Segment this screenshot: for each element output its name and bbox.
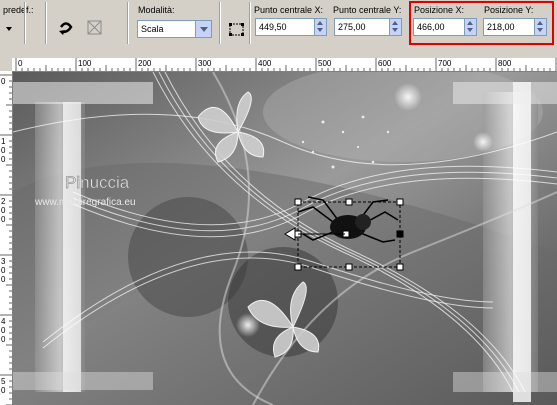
ruler-v-label: 0	[1, 275, 6, 284]
ruler-v-label: 0	[1, 266, 6, 275]
ruler-h-label: 800	[498, 59, 512, 68]
highlight-box	[409, 1, 554, 45]
ruler-h-label: 500	[318, 59, 332, 68]
center-x-label: Punto centrale X:	[254, 5, 324, 15]
ruler-h-label: 700	[438, 59, 452, 68]
ruler-v-label: 0	[1, 335, 6, 344]
ruler-h-label: 300	[198, 59, 212, 68]
ruler-v-label: 4	[1, 317, 6, 326]
preset-label: predef.:	[3, 5, 34, 15]
artwork: Pinuccia www.maidiregrafica.eu	[13, 72, 557, 405]
watermark-url: www.maidiregrafica.eu	[34, 197, 136, 208]
center-x-value: 449,50	[259, 22, 287, 32]
ruler-v-label: 0	[1, 386, 6, 395]
center-x-spinner[interactable]: 449,50	[255, 18, 327, 36]
spin-arrows-icon[interactable]	[314, 19, 326, 35]
toolbar-gap	[0, 48, 557, 58]
preset-picker-icon[interactable]	[2, 17, 22, 37]
center-point-icon[interactable]	[227, 20, 247, 40]
ruler-v-label: 0	[1, 146, 6, 155]
center-y-spinner[interactable]: 275,00	[334, 18, 402, 36]
ruler-v-label: 3	[1, 257, 6, 266]
ruler-v-label: 0	[1, 155, 6, 164]
transform-icon[interactable]	[85, 18, 105, 38]
ruler-corner	[0, 58, 12, 71]
horizontal-ruler: 0 100 200 300 400 500 600 700 800	[12, 58, 557, 72]
ruler-v-label: 0	[1, 77, 6, 86]
mode-value: Scala	[141, 24, 164, 34]
vertical-ruler: 010020030040050	[0, 71, 13, 405]
spin-arrows-icon[interactable]	[389, 19, 401, 35]
ruler-v-label: 1	[1, 137, 6, 146]
mode-select[interactable]: Scala	[137, 20, 212, 38]
ruler-h-label: 0	[18, 59, 23, 68]
ruler-h-label: 400	[258, 59, 272, 68]
center-y-value: 275,00	[338, 22, 366, 32]
mode-label: Modalità:	[138, 5, 175, 15]
chevron-down-icon[interactable]	[195, 21, 211, 37]
ruler-h-label: 100	[78, 59, 92, 68]
center-y-label: Punto centrale Y:	[333, 5, 402, 15]
deform-tool-options-bar: predef.: Modalità: Scala Punto centrale …	[0, 0, 557, 49]
ruler-v-label: 0	[1, 215, 6, 224]
image-canvas[interactable]: Pinuccia www.maidiregrafica.eu	[13, 72, 557, 405]
ruler-v-label: 0	[1, 326, 6, 335]
ruler-h-label: 600	[378, 59, 392, 68]
ruler-v-label: 0	[1, 206, 6, 215]
ruler-v-label: 5	[1, 377, 6, 386]
watermark-title: Pinuccia	[65, 173, 130, 192]
ruler-h-label: 200	[138, 59, 152, 68]
undo-icon[interactable]	[56, 18, 76, 38]
ruler-v-label: 2	[1, 197, 6, 206]
